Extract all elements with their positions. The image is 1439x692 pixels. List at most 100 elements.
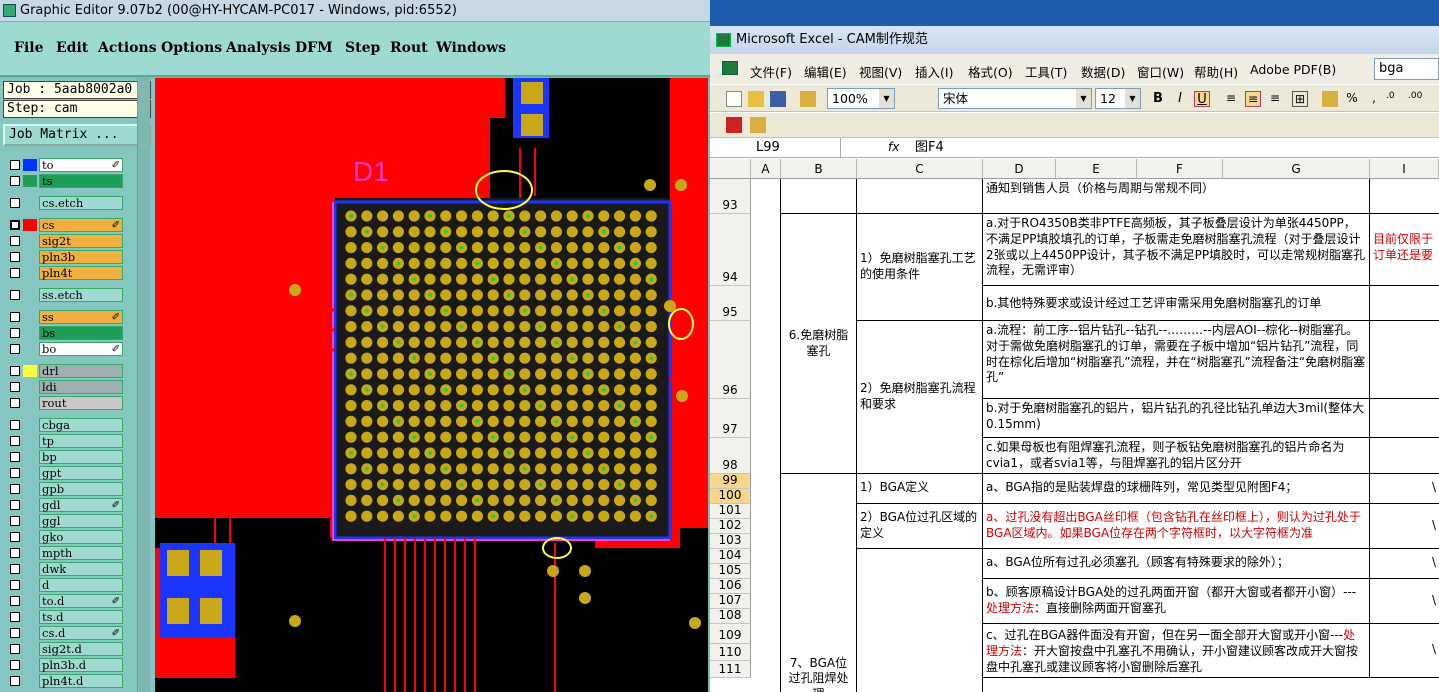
chevron-down-icon[interactable]: ▼: [879, 89, 894, 108]
layer-row[interactable]: sig2t.d: [4, 642, 124, 656]
layer-checkbox[interactable]: [10, 676, 20, 686]
menu-tools-cn[interactable]: 工具(T): [1025, 62, 1067, 81]
layer-checkbox[interactable]: [10, 548, 20, 558]
font-select[interactable]: 宋体 ▼: [938, 88, 1092, 109]
layer-row[interactable]: cbga: [4, 418, 124, 432]
layer-row[interactable]: gdl ✐: [4, 498, 124, 512]
layer-row[interactable]: pln4t: [4, 266, 124, 280]
layer-row[interactable]: tp: [4, 434, 124, 448]
help-search-input[interactable]: bga: [1374, 58, 1439, 80]
format-painter-icon[interactable]: [800, 91, 816, 107]
chevron-down-icon[interactable]: ▼: [1076, 89, 1091, 108]
layer-row[interactable]: cs.d ✐: [4, 626, 124, 640]
col-header-b[interactable]: B: [781, 159, 857, 179]
name-box[interactable]: L99: [714, 138, 841, 158]
layer-row[interactable]: gpb: [4, 482, 124, 496]
layer-row[interactable]: gko: [4, 530, 124, 544]
chevron-down-icon[interactable]: ▼: [1125, 89, 1140, 108]
row-header[interactable]: 94: [710, 214, 751, 286]
row-header[interactable]: 104: [710, 548, 751, 564]
pcb-canvas[interactable]: D1: [155, 78, 708, 692]
col-header-a[interactable]: A: [751, 159, 781, 179]
row-header[interactable]: 109: [710, 624, 751, 644]
layer-row[interactable]: d: [4, 578, 124, 592]
layer-row[interactable]: ts: [4, 174, 124, 188]
increase-decimal-icon[interactable]: .0: [1386, 91, 1402, 107]
menu-file-cn[interactable]: 文件(F): [750, 62, 792, 81]
align-right-icon[interactable]: ≡: [1267, 91, 1283, 107]
layer-checkbox[interactable]: [10, 468, 20, 478]
row-header[interactable]: 107: [710, 593, 751, 609]
row-header[interactable]: 97: [710, 399, 751, 438]
layer-checkbox[interactable]: [10, 382, 20, 392]
new-icon[interactable]: [726, 91, 742, 107]
layer-checkbox[interactable]: [10, 290, 20, 300]
bold-icon[interactable]: B: [1150, 91, 1166, 107]
layer-checkbox[interactable]: [10, 644, 20, 654]
menu-help-cn[interactable]: 帮助(H): [1194, 62, 1238, 81]
layer-checkbox[interactable]: [10, 312, 20, 322]
layer-checkbox[interactable]: [10, 220, 20, 230]
layer-checkbox[interactable]: [10, 612, 20, 622]
select-all-corner[interactable]: [710, 159, 751, 179]
menu-adobe-pdf[interactable]: Adobe PDF(B): [1250, 62, 1336, 77]
menu-step[interactable]: Step: [345, 40, 380, 56]
menu-dfm[interactable]: DFM: [295, 40, 333, 56]
col-header-e[interactable]: E: [1056, 159, 1137, 179]
col-header-i[interactable]: I: [1370, 159, 1439, 179]
layer-checkbox[interactable]: [10, 160, 20, 170]
layer-checkbox[interactable]: [10, 366, 20, 376]
layer-checkbox[interactable]: [10, 500, 20, 510]
layer-row[interactable]: ss.etch: [4, 288, 124, 302]
layer-row[interactable]: mpth: [4, 546, 124, 560]
merge-center-icon[interactable]: ⊞: [1292, 91, 1308, 107]
menu-rout[interactable]: Rout: [390, 40, 428, 56]
layer-checkbox[interactable]: [10, 628, 20, 638]
row-header[interactable]: 101: [710, 503, 751, 519]
menu-options[interactable]: Options: [161, 40, 222, 56]
comma-icon[interactable]: ,: [1366, 91, 1382, 107]
row-header[interactable]: 105: [710, 563, 751, 579]
layer-row[interactable]: drl: [4, 364, 124, 378]
row-header[interactable]: 100: [710, 488, 751, 504]
open-icon[interactable]: [748, 91, 764, 107]
font-size-select[interactable]: 12 ▼: [1095, 88, 1141, 109]
save-icon[interactable]: [770, 91, 786, 107]
menu-window-cn[interactable]: 窗口(W): [1137, 62, 1184, 81]
layer-row[interactable]: pln4t.d: [4, 674, 124, 688]
layer-checkbox[interactable]: [10, 532, 20, 542]
layer-checkbox[interactable]: [10, 436, 20, 446]
layer-checkbox[interactable]: [10, 516, 20, 526]
underline-icon[interactable]: U: [1194, 91, 1210, 107]
row-header[interactable]: 95: [710, 286, 751, 321]
menu-analysis[interactable]: Analysis: [226, 40, 291, 56]
layer-checkbox[interactable]: [10, 484, 20, 494]
currency-icon[interactable]: [1322, 91, 1338, 107]
layer-row[interactable]: bs: [4, 326, 124, 340]
menu-windows[interactable]: Windows: [436, 40, 506, 56]
row-header[interactable]: 110: [710, 644, 751, 661]
menu-edit-cn[interactable]: 编辑(E): [804, 62, 847, 81]
row-header[interactable]: 98: [710, 438, 751, 474]
col-header-c[interactable]: C: [857, 159, 983, 179]
layer-row[interactable]: to.d ✐: [4, 594, 124, 608]
menu-view-cn[interactable]: 视图(V): [859, 62, 902, 81]
row-header[interactable]: 103: [710, 533, 751, 549]
row-header[interactable]: 106: [710, 578, 751, 594]
decrease-decimal-icon[interactable]: .00: [1408, 91, 1424, 107]
layer-row[interactable]: ss ✐: [4, 310, 124, 324]
row-header[interactable]: 93: [710, 179, 751, 214]
col-header-g[interactable]: G: [1223, 159, 1370, 179]
align-center-icon[interactable]: ≡: [1245, 91, 1261, 107]
row-header[interactable]: 102: [710, 518, 751, 534]
italic-icon[interactable]: I: [1172, 91, 1188, 107]
layer-checkbox[interactable]: [10, 328, 20, 338]
pdf-convert-icon[interactable]: [726, 117, 742, 133]
align-left-icon[interactable]: ≡: [1223, 91, 1239, 107]
menu-data-cn[interactable]: 数据(D): [1081, 62, 1125, 81]
layer-checkbox[interactable]: [10, 420, 20, 430]
row-header[interactable]: 108: [710, 608, 751, 624]
col-header-d[interactable]: D: [983, 159, 1056, 179]
layer-checkbox[interactable]: [10, 452, 20, 462]
layer-scrollbar[interactable]: [137, 78, 150, 692]
